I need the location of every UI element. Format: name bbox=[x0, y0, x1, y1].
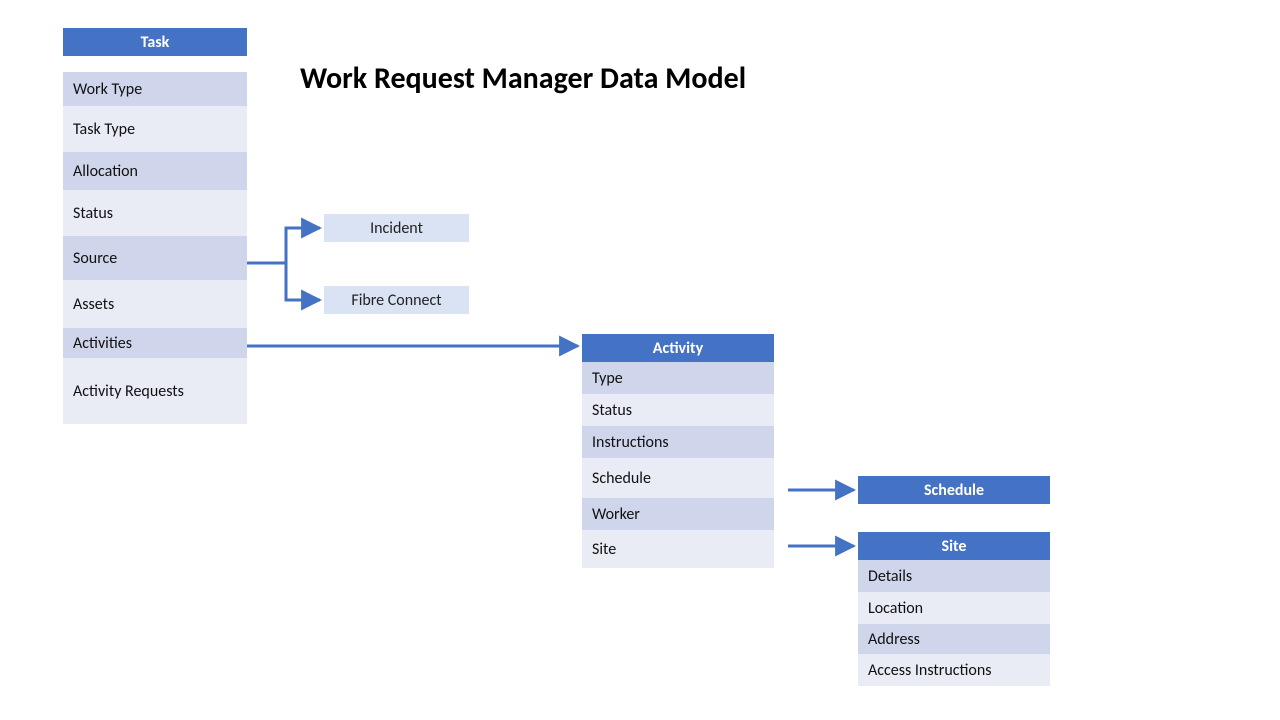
site-header: Site bbox=[858, 532, 1050, 560]
activity-row-type: Type bbox=[582, 362, 774, 394]
activity-row-schedule: Schedule bbox=[582, 458, 774, 498]
site-row-details: Details bbox=[858, 560, 1050, 592]
source-chip-fibre-connect: Fibre Connect bbox=[324, 286, 469, 314]
site-row-address: Address bbox=[858, 624, 1050, 654]
task-row-task-type: Task Type bbox=[63, 106, 247, 152]
task-row-assets: Assets bbox=[63, 280, 247, 328]
site-row-location: Location bbox=[858, 592, 1050, 624]
task-row-work-type: Work Type bbox=[63, 72, 247, 106]
task-row-activities: Activities bbox=[63, 328, 247, 358]
task-row-activity-requests: Activity Requests bbox=[63, 358, 247, 424]
task-row-status: Status bbox=[63, 190, 247, 236]
task-row-source: Source bbox=[63, 236, 247, 280]
schedule-header: Schedule bbox=[858, 476, 1050, 504]
page-title: Work Request Manager Data Model bbox=[300, 60, 746, 97]
diagram-canvas: Work Request Manager Data Model Task Wor… bbox=[0, 0, 1280, 720]
source-chip-incident: Incident bbox=[324, 214, 469, 242]
activity-row-site: Site bbox=[582, 530, 774, 568]
arrow-source-to-fibre bbox=[247, 263, 320, 300]
activity-header: Activity bbox=[582, 334, 774, 362]
task-row-allocation: Allocation bbox=[63, 152, 247, 190]
activity-row-worker: Worker bbox=[582, 498, 774, 530]
activity-row-status: Status bbox=[582, 394, 774, 426]
task-header: Task bbox=[63, 28, 247, 56]
arrow-source-to-incident bbox=[247, 228, 320, 263]
site-row-access-instructions: Access Instructions bbox=[858, 654, 1050, 686]
activity-row-instructions: Instructions bbox=[582, 426, 774, 458]
